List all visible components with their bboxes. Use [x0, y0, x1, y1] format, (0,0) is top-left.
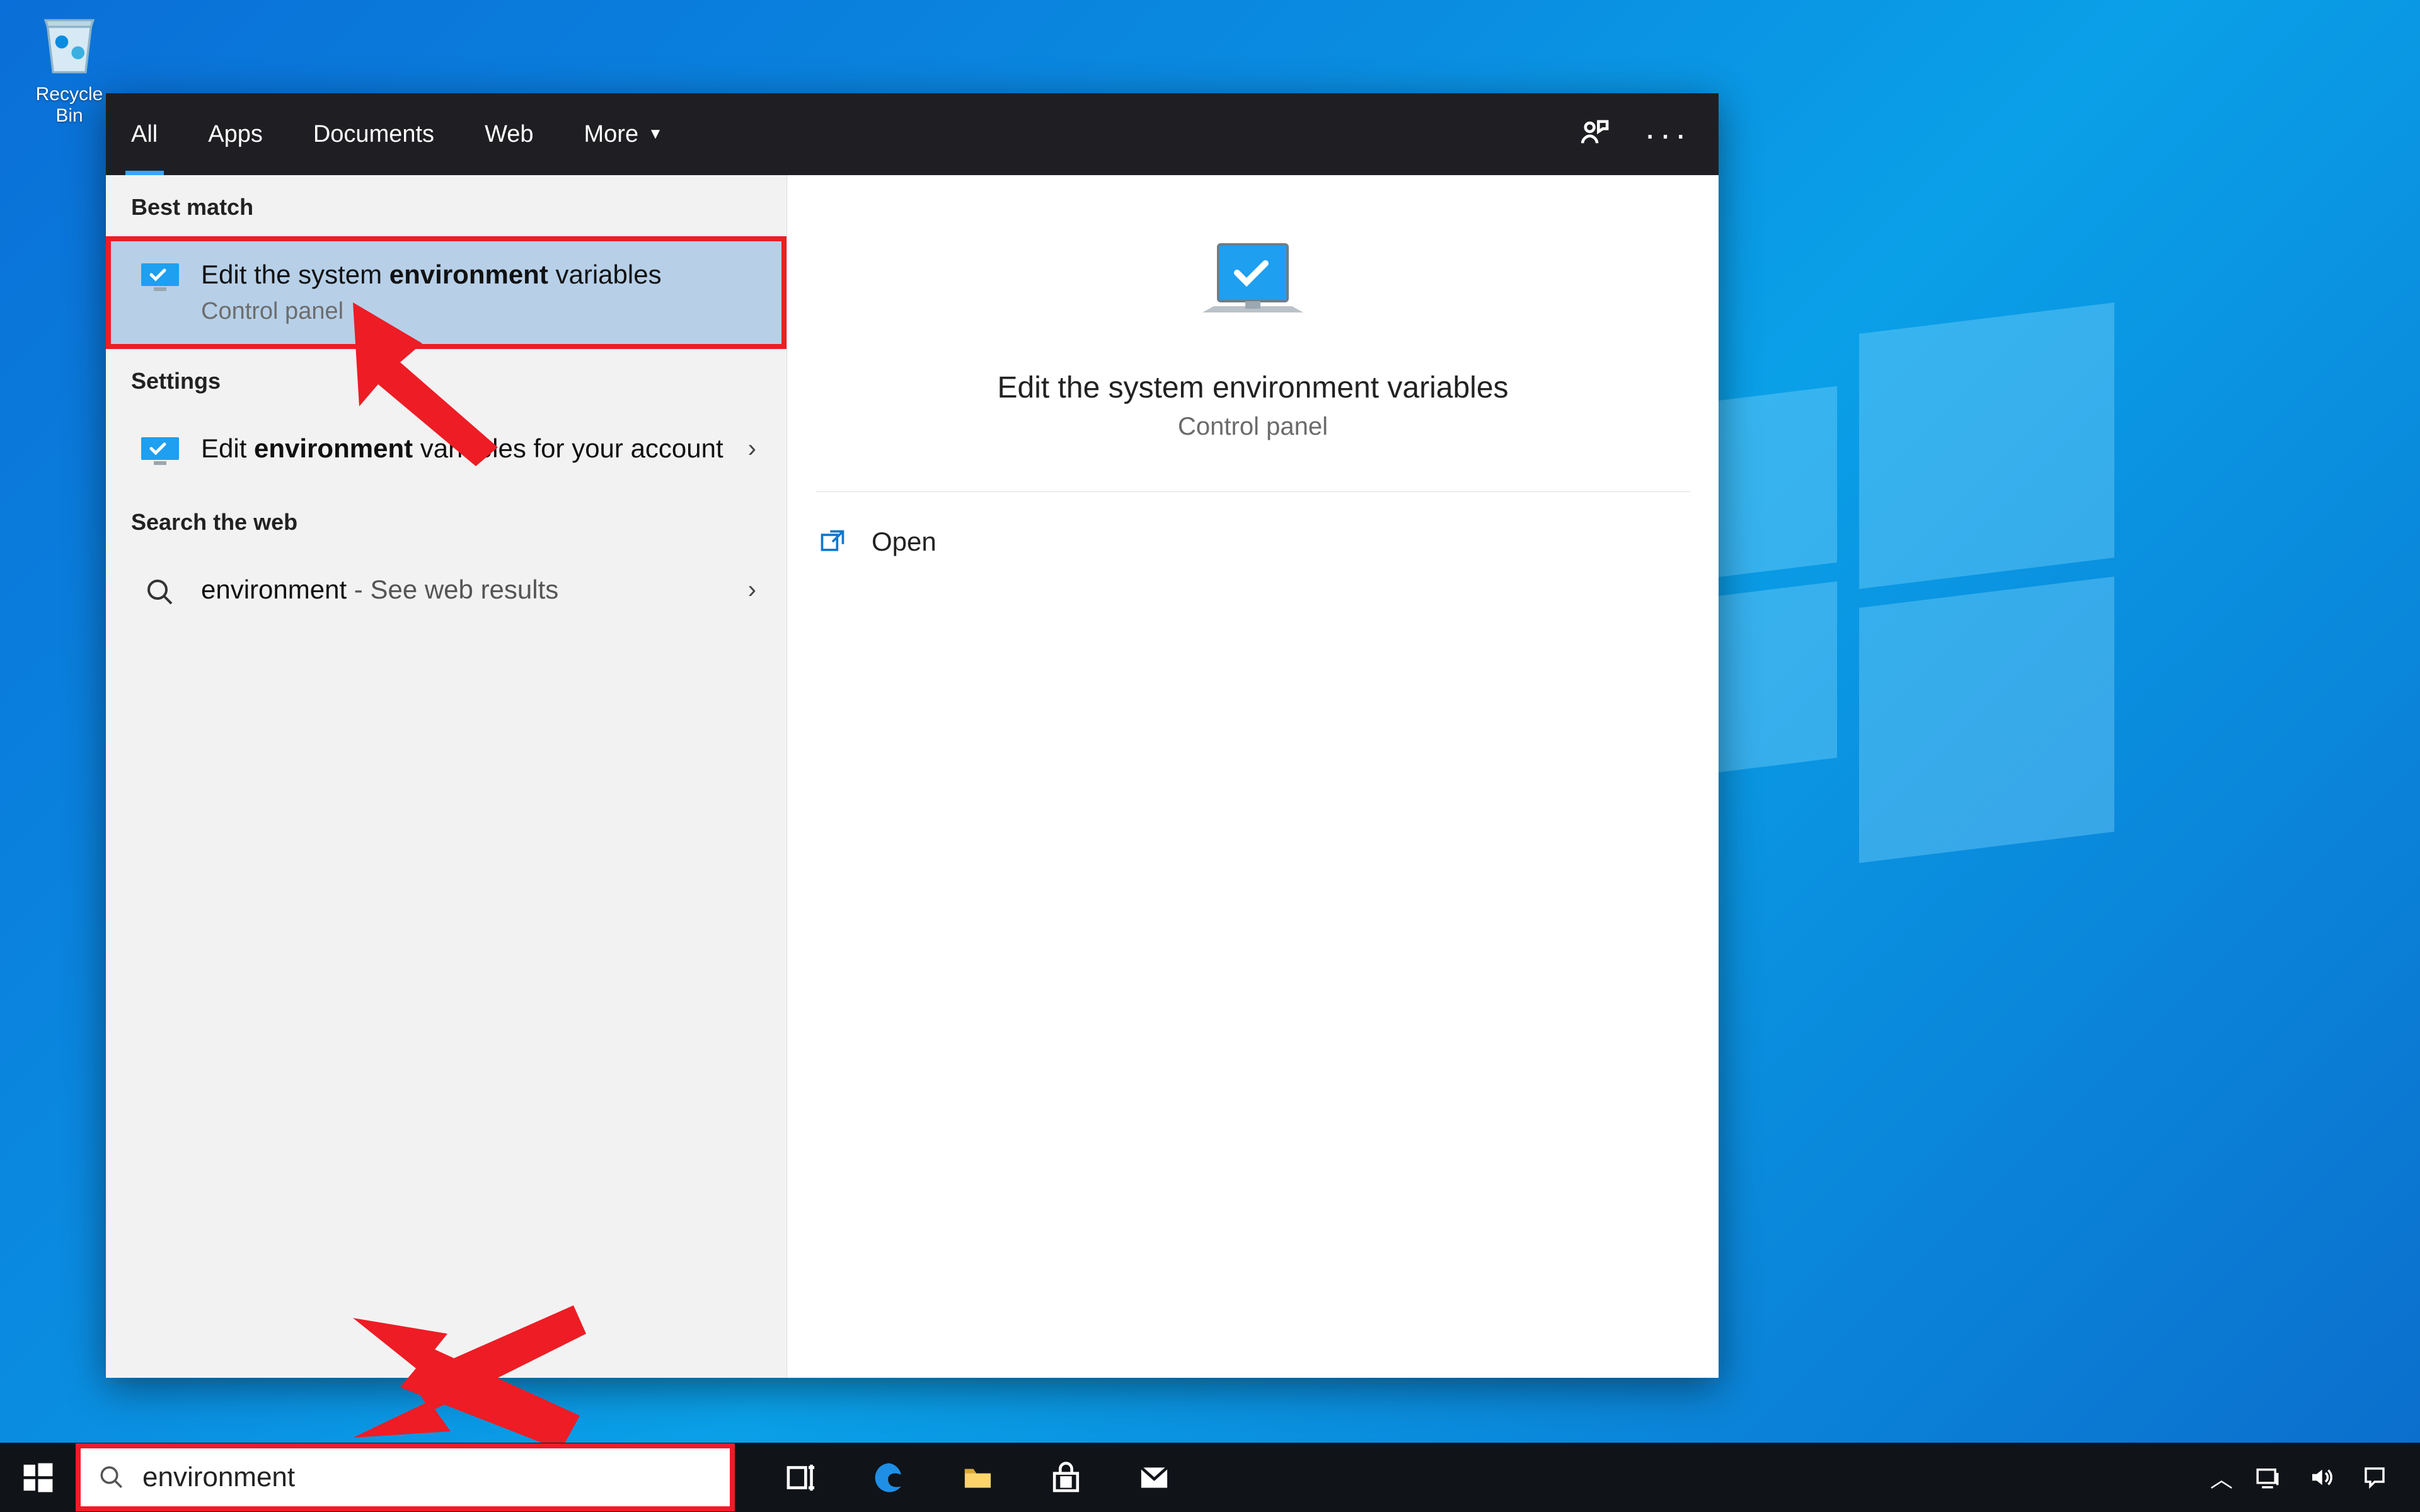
tab-apps[interactable]: Apps	[183, 93, 288, 175]
preview-action-open[interactable]: Open	[815, 514, 1690, 570]
header-settings: Settings	[106, 349, 786, 410]
tab-documents[interactable]: Documents	[288, 93, 459, 175]
result-settings-env-account[interactable]: Edit environment variables for your acco…	[106, 410, 786, 491]
result-web-title: environment - See web results	[201, 572, 739, 608]
edge-icon	[872, 1460, 907, 1495]
chevron-down-icon: ▼	[648, 125, 663, 143]
preview-title: Edit the system environment variables	[866, 370, 1640, 405]
tray-overflow-icon[interactable]: ︿	[2203, 1461, 2240, 1494]
taskbar-edge[interactable]	[845, 1443, 933, 1512]
windows-logo-icon	[21, 1460, 55, 1495]
taskbar-mail[interactable]	[1110, 1443, 1198, 1512]
control-panel-monitor-icon	[136, 262, 183, 292]
taskbar-task-view[interactable]	[757, 1443, 845, 1512]
search-tabs: All Apps Documents Web More ▼ ···	[106, 93, 1719, 175]
search-icon	[98, 1464, 125, 1491]
tab-apps-label: Apps	[208, 121, 263, 148]
tab-documents-label: Documents	[313, 121, 434, 148]
header-best-match: Best match	[106, 175, 786, 236]
recycle-bin-label: Recycle Bin	[22, 84, 117, 127]
preview-open-label: Open	[872, 527, 936, 557]
wallpaper-windows-logo	[1661, 356, 2114, 810]
taskbar-file-explorer[interactable]	[933, 1443, 1022, 1512]
tray-network-icon[interactable]	[2240, 1443, 2294, 1512]
tab-all[interactable]: All	[106, 93, 183, 175]
tab-more[interactable]: More ▼	[559, 93, 688, 175]
recycle-bin-icon	[35, 9, 104, 79]
start-button[interactable]	[0, 1443, 76, 1512]
tray-action-center-icon[interactable]	[2348, 1443, 2401, 1512]
tray-volume-icon[interactable]	[2294, 1443, 2348, 1512]
recycle-bin[interactable]: Recycle Bin	[22, 9, 117, 127]
divider	[815, 491, 1690, 492]
preview-monitor-icon	[1190, 238, 1316, 336]
result-best-match[interactable]: Edit the system environment variables Co…	[106, 236, 786, 349]
taskbar-search[interactable]: environment	[76, 1443, 735, 1511]
preview-pane: Edit the system environment variables Co…	[786, 175, 1719, 1378]
more-options-icon[interactable]: ···	[1638, 114, 1719, 154]
system-tray: ︿	[2203, 1443, 2420, 1512]
taskbar-store[interactable]	[1022, 1443, 1110, 1512]
results-pane: Best match Edit the system environment v…	[106, 175, 786, 1378]
result-web-search[interactable]: environment - See web results ›	[106, 551, 786, 632]
open-icon	[819, 528, 846, 556]
search-icon	[136, 577, 183, 607]
feedback-icon[interactable]	[1565, 106, 1622, 163]
mail-icon	[1137, 1460, 1172, 1495]
header-search-web: Search the web	[106, 490, 786, 551]
result-best-match-title: Edit the system environment variables	[201, 257, 756, 293]
preview-sub: Control panel	[815, 413, 1690, 441]
control-panel-monitor-icon	[136, 436, 183, 466]
taskbar: environment ︿	[0, 1443, 2420, 1512]
chevron-right-icon: ›	[739, 435, 756, 463]
result-best-match-sub: Control panel	[201, 298, 756, 325]
store-icon	[1049, 1460, 1083, 1495]
taskbar-search-query: environment	[142, 1462, 295, 1493]
folder-icon	[960, 1460, 995, 1495]
desktop: Recycle Bin All Apps Documents Web More ▼…	[0, 0, 2420, 1512]
chevron-right-icon: ›	[739, 576, 756, 604]
task-view-icon	[784, 1460, 819, 1495]
tab-all-label: All	[131, 121, 158, 148]
tab-more-label: More	[584, 121, 639, 148]
tab-web-label: Web	[485, 121, 533, 148]
tab-web[interactable]: Web	[459, 93, 558, 175]
result-settings-title: Edit environment variables for your acco…	[201, 431, 739, 467]
search-panel: All Apps Documents Web More ▼ ··· Best ma…	[106, 93, 1719, 1378]
